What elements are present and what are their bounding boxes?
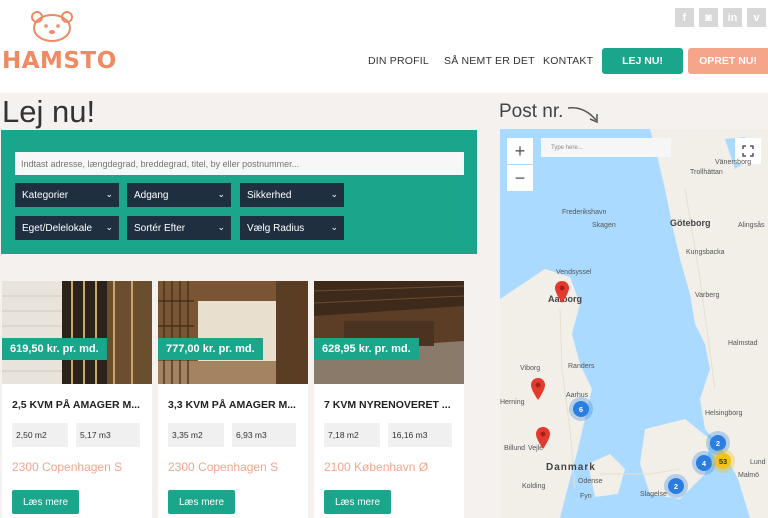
read-more-button[interactable]: Læs mere: [168, 490, 235, 514]
map-label: Varberg: [695, 292, 720, 299]
map-marker-icon[interactable]: [536, 427, 550, 449]
listing-city: 2300 Copenhagen S: [12, 460, 123, 474]
map-label: Vänersborg: [715, 159, 752, 166]
listing-card[interactable]: 777,00 kr. pr. md. 3,3 KVM PÅ AMAGER M..…: [158, 281, 308, 518]
dropdown-label: Sikkerhed: [247, 189, 292, 201]
listing-title[interactable]: 3,3 KVM PÅ AMAGER M...: [168, 399, 303, 411]
listing-photo[interactable]: [2, 281, 152, 384]
map-label: Kungsbacka: [686, 249, 725, 256]
read-more-button[interactable]: Læs mere: [12, 490, 79, 514]
map-label: Helsingborg: [705, 410, 743, 417]
listing-title[interactable]: 7 KVM NYRENOVERET ...: [324, 399, 459, 411]
nav-saa-nemt-er-det[interactable]: SÅ NEMT ER DET: [444, 55, 535, 67]
listing-volume: 6,93 m3: [232, 423, 296, 447]
radius-dropdown[interactable]: Vælg Radius ⌄: [240, 216, 344, 240]
social-links: f ◙ in v: [675, 8, 766, 27]
map-label: Randers: [568, 363, 595, 370]
listing-title[interactable]: 2,5 KVM PÅ AMAGER M...: [12, 399, 147, 411]
page-title: Lej nu!: [2, 94, 96, 129]
listing-area: 7,18 m2: [324, 423, 380, 447]
hamster-icon: [31, 11, 73, 42]
listing-price: 777,00 kr. pr. md.: [158, 338, 263, 360]
chevron-down-icon: ⌄: [330, 222, 338, 232]
instagram-icon[interactable]: ◙: [699, 8, 718, 27]
listing-photo[interactable]: [158, 281, 308, 384]
map-cluster[interactable]: 6: [573, 401, 589, 417]
dropdown-label: Adgang: [134, 189, 169, 201]
chevron-down-icon: ⌄: [217, 189, 225, 199]
own-shared-dropdown[interactable]: Eget/Delelokale ⌄: [15, 216, 119, 240]
nav-din-profil[interactable]: DIN PROFIL: [368, 55, 429, 67]
map-label: Viborg: [520, 365, 541, 372]
listing-city: 2300 Copenhagen S: [168, 460, 279, 474]
lej-nu-button[interactable]: LEJ NU!: [602, 48, 683, 74]
curved-arrow-icon: [567, 107, 598, 124]
map-label: Fyn: [580, 493, 592, 500]
dropdown-label: Sortér Efter: [134, 222, 186, 234]
site-header: HAMSTO f ◙ in v DIN PROFIL SÅ NEMT ER DE…: [0, 0, 768, 93]
linkedin-icon[interactable]: in: [723, 8, 742, 27]
map-cluster[interactable]: 2: [710, 435, 726, 451]
vimeo-icon[interactable]: v: [747, 8, 766, 27]
logo[interactable]: HAMSTO: [0, 8, 116, 74]
map-label: Aarhus: [566, 392, 589, 399]
chevron-down-icon: ⌄: [217, 222, 225, 232]
chevron-down-icon: ⌄: [105, 222, 113, 232]
listing-city: 2100 København Ø: [324, 460, 429, 474]
map-label: Alingsås: [738, 222, 765, 229]
map-label: Malmö: [738, 472, 760, 479]
map-label: Skagen: [592, 222, 616, 229]
map-marker-icon[interactable]: [531, 378, 545, 400]
listing-volume: 16,16 m3: [388, 423, 452, 447]
listing-price: 619,50 kr. pr. md.: [2, 338, 107, 360]
listing-area: 2,50 m2: [12, 423, 68, 447]
address-search-input[interactable]: [15, 152, 464, 175]
security-dropdown[interactable]: Sikkerhed ⌄: [240, 183, 344, 207]
opret-nu-button[interactable]: OPRET NU!: [688, 48, 768, 74]
listing-photo[interactable]: [314, 281, 464, 384]
map-search-input[interactable]: Type here...: [541, 138, 671, 157]
map-label: Odense: [578, 478, 603, 485]
chevron-down-icon: ⌄: [105, 189, 113, 199]
map-cluster[interactable]: 2: [668, 478, 684, 494]
map-label: Slagelse: [640, 491, 667, 498]
listing-area: 3,35 m2: [168, 423, 224, 447]
read-more-button[interactable]: Læs mere: [324, 490, 391, 514]
map-label: Vendsyssel: [556, 269, 592, 276]
access-dropdown[interactable]: Adgang ⌄: [127, 183, 231, 207]
zoom-in-button[interactable]: +: [507, 138, 533, 164]
map-label: Danmark: [546, 462, 596, 473]
map-label: Halmstad: [728, 340, 758, 347]
map-label: Frederikshavn: [562, 209, 607, 216]
map-label: Herning: [500, 399, 525, 406]
nav-kontakt[interactable]: KONTAKT: [543, 55, 593, 67]
map-marker-icon[interactable]: [555, 281, 569, 303]
map-label: Kolding: [522, 483, 546, 490]
fullscreen-icon: [742, 145, 754, 157]
category-dropdown[interactable]: Kategorier ⌄: [15, 183, 119, 207]
zoom-out-button[interactable]: −: [507, 165, 533, 191]
post-nr-label: Post nr.: [499, 101, 564, 122]
dropdown-label: Kategorier: [22, 189, 69, 201]
map-label: Billund: [504, 445, 526, 452]
listing-card[interactable]: 619,50 kr. pr. md. 2,5 KVM PÅ AMAGER M..…: [2, 281, 152, 518]
chevron-down-icon: ⌄: [330, 189, 338, 199]
map-cluster[interactable]: 53: [715, 453, 731, 469]
map-label: Lund: [750, 459, 766, 466]
map-label: Trollhättan: [690, 169, 723, 176]
map-cluster[interactable]: 4: [696, 455, 712, 471]
listing-volume: 5,17 m3: [76, 423, 140, 447]
dropdown-label: Eget/Delelokale: [22, 222, 93, 234]
map-label: Göteborg: [670, 218, 711, 228]
logo-text: HAMSTO: [2, 48, 117, 74]
dropdown-label: Vælg Radius: [247, 222, 305, 234]
sort-dropdown[interactable]: Sortér Efter ⌄: [127, 216, 231, 240]
listing-card[interactable]: 628,95 kr. pr. md. 7 KVM NYRENOVERET ...…: [314, 281, 464, 518]
listing-price: 628,95 kr. pr. md.: [314, 338, 419, 360]
search-filter-panel: Kategorier ⌄ Adgang ⌄ Sikkerhed ⌄ Eget/D…: [1, 130, 477, 254]
location-map[interactable]: + − Type here... Trollhättan Vänersborg …: [500, 129, 768, 518]
facebook-icon[interactable]: f: [675, 8, 694, 27]
